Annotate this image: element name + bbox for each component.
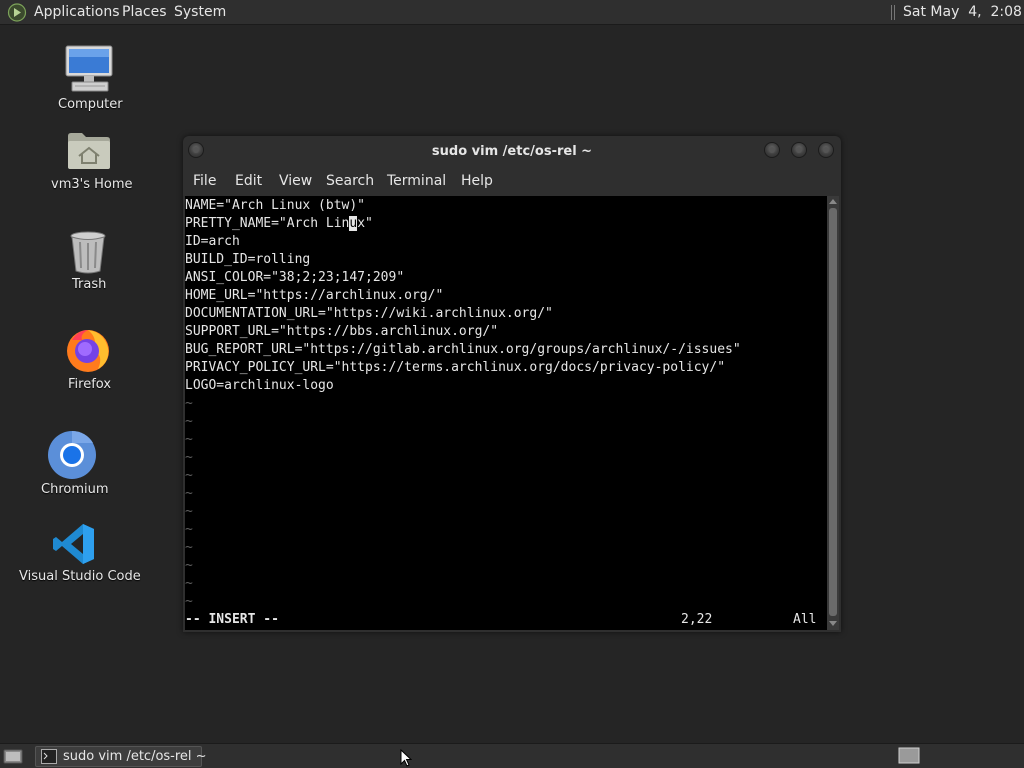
vim-mode-indicator: -- INSERT -- xyxy=(185,612,279,627)
taskbar-label: sudo vim /etc/os-rel ~ xyxy=(63,749,207,764)
chromium-icon xyxy=(48,430,96,479)
desktop-icon-label: vm3's Home xyxy=(51,177,133,192)
top-panel: Applications Places System Sat May 4, 2:… xyxy=(0,0,1024,25)
firefox-icon xyxy=(67,330,109,372)
terminal-icon xyxy=(41,749,57,764)
vim-line: NAME="Arch Linux (btw)" xyxy=(185,198,366,213)
scroll-thumb[interactable] xyxy=(829,208,837,616)
panel-handle-icon xyxy=(891,5,895,20)
vim-empty-line: ~ xyxy=(185,594,193,609)
vim-empty-line: ~ xyxy=(185,432,193,447)
vim-line: SUPPORT_URL="https://bbs.archlinux.org/" xyxy=(185,324,499,339)
desktop-icon-label: Trash xyxy=(72,277,107,292)
vim-line: ID=arch xyxy=(185,234,240,249)
menu-search[interactable]: Search xyxy=(326,173,374,189)
taskbar-button-terminal[interactable]: sudo vim /etc/os-rel ~ xyxy=(35,746,207,767)
trash-icon xyxy=(70,231,106,274)
menu-edit[interactable]: Edit xyxy=(235,173,262,189)
applications-menu[interactable]: Applications xyxy=(34,4,120,20)
menu-terminal[interactable]: Terminal xyxy=(387,173,446,189)
vim-text: x" xyxy=(357,216,373,231)
scroll-down-icon[interactable] xyxy=(829,621,837,626)
vim-line: HOME_URL="https://archlinux.org/" xyxy=(185,288,444,303)
computer-icon xyxy=(65,45,113,92)
desktop-icon-label: Chromium xyxy=(41,482,109,497)
show-desktop-icon[interactable] xyxy=(3,747,23,765)
menu-file[interactable]: File xyxy=(193,173,216,189)
vscode-icon xyxy=(53,524,94,564)
close-button[interactable] xyxy=(818,142,834,158)
vim-line: BUG_REPORT_URL="https://gitlab.archlinux… xyxy=(185,342,741,357)
mouse-pointer-icon xyxy=(400,749,412,767)
workspace-switcher-icon[interactable] xyxy=(898,747,920,764)
desktop-icon-chromium[interactable]: Chromium xyxy=(40,430,110,500)
system-menu[interactable]: System xyxy=(174,4,226,20)
terminal-scrollbar[interactable] xyxy=(827,196,839,630)
vim-empty-line: ~ xyxy=(185,450,193,465)
desktop-icon-computer[interactable]: Computer xyxy=(50,44,130,116)
bottom-panel: sudo vim /etc/os-rel ~ xyxy=(0,743,1024,768)
vim-empty-line: ~ xyxy=(185,396,193,411)
menu-view[interactable]: View xyxy=(279,173,312,189)
vim-empty-line: ~ xyxy=(185,558,193,573)
desktop-icon-label: Computer xyxy=(58,97,123,112)
places-menu[interactable]: Places xyxy=(122,4,167,20)
maximize-button[interactable] xyxy=(791,142,807,158)
vim-editor[interactable]: NAME="Arch Linux (btw)" PRETTY_NAME="Arc… xyxy=(185,196,827,630)
home-folder-icon xyxy=(68,133,110,169)
desktop-icon-home[interactable]: vm3's Home xyxy=(45,128,135,196)
terminal-window[interactable]: sudo vim /etc/os-rel ~ File Edit View Se… xyxy=(183,136,841,632)
vim-scroll-position: All xyxy=(793,612,817,627)
vim-empty-line: ~ xyxy=(185,486,193,501)
desktop-icon-trash[interactable]: Trash xyxy=(60,228,120,296)
vim-line: BUILD_ID=rolling xyxy=(185,252,311,267)
desktop-icon-vscode[interactable]: Visual Studio Code xyxy=(16,520,141,588)
vim-empty-line: ~ xyxy=(185,504,193,519)
mint-menu-icon[interactable] xyxy=(7,3,27,22)
vim-empty-line: ~ xyxy=(185,414,193,429)
desktop-icon-label: Firefox xyxy=(68,377,112,392)
vim-line: DOCUMENTATION_URL="https://wiki.archlinu… xyxy=(185,306,553,321)
vim-empty-line: ~ xyxy=(185,540,193,555)
vim-empty-line: ~ xyxy=(185,522,193,537)
clock[interactable]: Sat May 4, 2:08 PM xyxy=(903,4,1024,20)
vim-empty-line: ~ xyxy=(185,468,193,483)
scroll-up-icon[interactable] xyxy=(829,199,837,204)
vim-line: PRIVACY_POLICY_URL="https://terms.archli… xyxy=(185,360,726,375)
vim-line: LOGO=archlinux-logo xyxy=(185,378,334,393)
desktop-icon-firefox[interactable]: Firefox xyxy=(60,326,120,396)
desktop-icon-label: Visual Studio Code xyxy=(19,569,141,584)
vim-empty-line: ~ xyxy=(185,576,193,591)
minimize-button[interactable] xyxy=(764,142,780,158)
vim-line-cursor: PRETTY_NAME="Arch Linux" xyxy=(185,215,373,233)
vim-line: ANSI_COLOR="38;2;23;147;209" xyxy=(185,270,405,285)
window-title: sudo vim /etc/os-rel ~ xyxy=(431,144,593,159)
menu-help[interactable]: Help xyxy=(461,173,493,189)
vim-cursor-position: 2,22 xyxy=(681,612,713,627)
vim-text: PRETTY_NAME="Arch Lin xyxy=(185,216,350,231)
